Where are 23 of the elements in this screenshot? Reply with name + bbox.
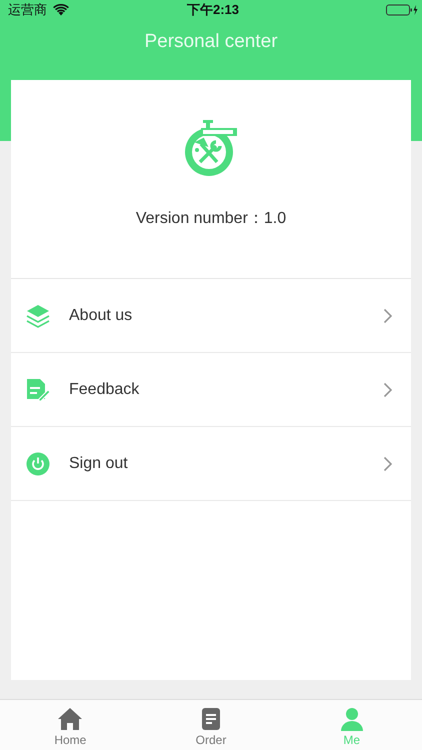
tab-item[interactable]: Home bbox=[0, 700, 141, 750]
chevron-right-icon bbox=[383, 308, 393, 324]
wifi-icon bbox=[53, 4, 69, 16]
menu-label: About us bbox=[69, 306, 134, 324]
document-icon bbox=[200, 707, 222, 731]
status-time: 下午2:13 bbox=[186, 1, 240, 19]
battery-icon bbox=[386, 4, 418, 16]
layers-icon bbox=[25, 302, 51, 328]
chevron-right-icon bbox=[383, 382, 393, 398]
tab-item[interactable]: Order bbox=[140, 700, 282, 750]
power-icon bbox=[25, 450, 51, 476]
document-edit-icon bbox=[25, 376, 51, 402]
chevron-right-icon bbox=[383, 456, 393, 472]
home-icon bbox=[57, 707, 84, 731]
menu-label: Feedback bbox=[69, 380, 140, 398]
header-title: Personal center bbox=[143, 30, 279, 54]
version-text: Version number：1.0 bbox=[136, 209, 286, 229]
menu-item[interactable]: Sign out bbox=[11, 427, 411, 501]
carrier-name: 运营商 bbox=[8, 1, 47, 19]
person-icon bbox=[338, 707, 365, 731]
menu-item[interactable]: Feedback bbox=[11, 353, 411, 427]
menu-label: Sign out bbox=[69, 454, 129, 472]
menu-item[interactable]: About us bbox=[11, 279, 411, 353]
